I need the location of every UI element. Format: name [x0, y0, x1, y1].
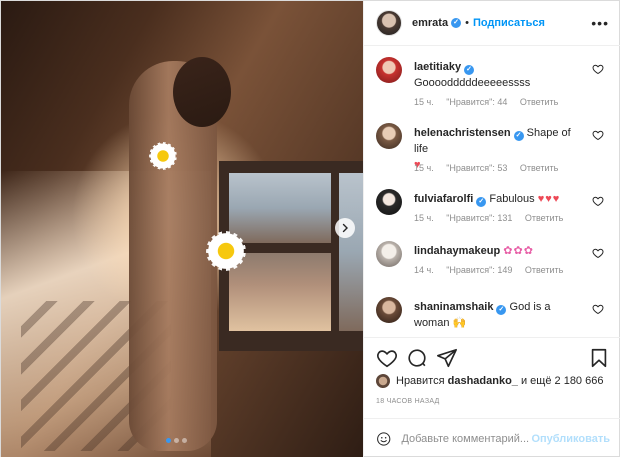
like-comment-heart-icon[interactable]	[592, 63, 604, 75]
photo-figure-head	[173, 57, 231, 127]
comment-text: Goooodddddeeeeessss	[414, 77, 531, 89]
like-comment-heart-icon[interactable]	[592, 303, 604, 315]
comment-time: 15 ч.	[414, 213, 434, 223]
header-separator: •	[465, 17, 469, 29]
comment-meta: 15 ч. "Нравится": 53 Ответить	[414, 163, 568, 173]
commenter-avatar[interactable]	[376, 241, 402, 267]
post-header: emrata ✓ • Подписаться •••	[364, 1, 620, 46]
comment-like-count[interactable]: "Нравится": 53	[446, 163, 507, 173]
heart-emoji-icon: ♥♥♥	[537, 193, 561, 205]
post-actions	[364, 337, 620, 377]
heart-icon[interactable]	[376, 347, 398, 369]
comment-like-count[interactable]: "Нравится": 131	[446, 213, 512, 223]
post-photo[interactable]	[1, 1, 363, 457]
comment-body: fulviafarolfi ✓ Fabulous ♥♥♥	[414, 191, 584, 207]
like-comment-heart-icon[interactable]	[592, 247, 604, 259]
comment-icon[interactable]	[406, 347, 428, 369]
bookmark-icon[interactable]	[588, 347, 610, 369]
daisy-sticker-icon	[149, 142, 177, 170]
like-comment-heart-icon[interactable]	[592, 129, 604, 141]
carousel-dot	[174, 438, 179, 443]
reply-button[interactable]: Ответить	[525, 213, 563, 223]
reply-button[interactable]: Ответить	[520, 163, 558, 173]
comment-meta: 15 ч. "Нравится": 131 Ответить	[414, 213, 573, 223]
comment-time: 15 ч.	[414, 163, 434, 173]
reply-button[interactable]: Ответить	[520, 97, 558, 107]
likes-summary: Нравится dashadanko_ и ещё 2 180 666	[376, 374, 603, 388]
post-sidebar: emrata ✓ • Подписаться ••• laetitiaky ✓ G…	[363, 1, 620, 457]
comment-input[interactable]	[401, 432, 532, 445]
commenter-username[interactable]: lindahaymakeup	[414, 245, 500, 257]
liker-username[interactable]: dashadanko_	[448, 375, 518, 387]
more-icon[interactable]: •••	[591, 15, 609, 31]
carousel-dot	[166, 438, 171, 443]
commenter-username[interactable]: laetitiaky	[414, 61, 461, 73]
verified-icon: ✓	[451, 18, 462, 28]
verified-icon: ✓	[513, 131, 524, 141]
commenter-avatar[interactable]	[376, 123, 402, 149]
likes-prefix: Нравится	[396, 375, 445, 387]
comment-meta: 15 ч. "Нравится": 44 Ответить	[414, 97, 568, 107]
window-pane	[339, 173, 363, 331]
like-comment-heart-icon[interactable]	[592, 195, 604, 207]
commenter-username[interactable]: fulviafarolfi	[414, 193, 473, 205]
chevron-right-icon	[342, 223, 348, 233]
comment-time: 14 ч.	[414, 265, 434, 275]
comment-time: 15 ч.	[414, 97, 434, 107]
commenter-avatar[interactable]	[376, 57, 402, 83]
smile-icon[interactable]	[376, 429, 391, 449]
follow-button[interactable]: Подписаться	[473, 17, 545, 29]
comment-text: Fabulous	[489, 193, 535, 205]
verified-icon: ✓	[464, 65, 475, 75]
daisy-sticker-icon	[206, 231, 246, 271]
flower-emoji-icon: ✿✿✿	[503, 245, 534, 257]
post-card: emrata ✓ • Подписаться ••• laetitiaky ✓ G…	[0, 0, 620, 457]
window-pane	[229, 173, 331, 243]
likes-count[interactable]: и ещё 2 180 666	[521, 375, 603, 387]
add-comment-bar: Опубликовать	[364, 418, 620, 457]
commenter-username[interactable]: helenachristensen	[414, 127, 511, 139]
comment-like-count[interactable]: "Нравится": 149	[446, 265, 512, 275]
comments-list[interactable]: laetitiaky ✓ Goooodddddeeeeessss 15 ч. "Н…	[364, 47, 620, 337]
verified-icon: ✓	[476, 197, 487, 207]
commenter-avatar[interactable]	[376, 189, 402, 215]
window-pane	[229, 253, 331, 331]
comment-body: shaninamshaik ✓ God is a woman 🙌	[414, 299, 584, 331]
author-username[interactable]: emrata	[412, 17, 448, 29]
author-avatar[interactable]	[376, 10, 402, 36]
liker-avatar[interactable]	[376, 374, 390, 388]
carousel-next-button[interactable]	[335, 218, 355, 238]
share-icon[interactable]	[436, 347, 458, 369]
comment-body: lindahaymakeup ✿✿✿	[414, 243, 584, 259]
comment-like-count[interactable]: "Нравится": 44	[446, 97, 507, 107]
commenter-avatar[interactable]	[376, 297, 402, 323]
comment-meta: 14 ч. "Нравится": 149 Ответить	[414, 265, 573, 275]
raised-hands-emoji-icon: 🙌	[452, 317, 467, 329]
carousel-dots	[166, 438, 187, 443]
reply-button[interactable]: Ответить	[525, 265, 563, 275]
verified-icon: ✓	[496, 305, 507, 315]
commenter-username[interactable]: shaninamshaik	[414, 301, 493, 313]
carousel-dot	[182, 438, 187, 443]
post-timestamp[interactable]: 18 ЧАСОВ НАЗАД	[376, 398, 440, 405]
publish-button[interactable]: Опубликовать	[531, 433, 610, 445]
comment-body: laetitiaky ✓ Goooodddddeeeeessss	[414, 59, 584, 91]
